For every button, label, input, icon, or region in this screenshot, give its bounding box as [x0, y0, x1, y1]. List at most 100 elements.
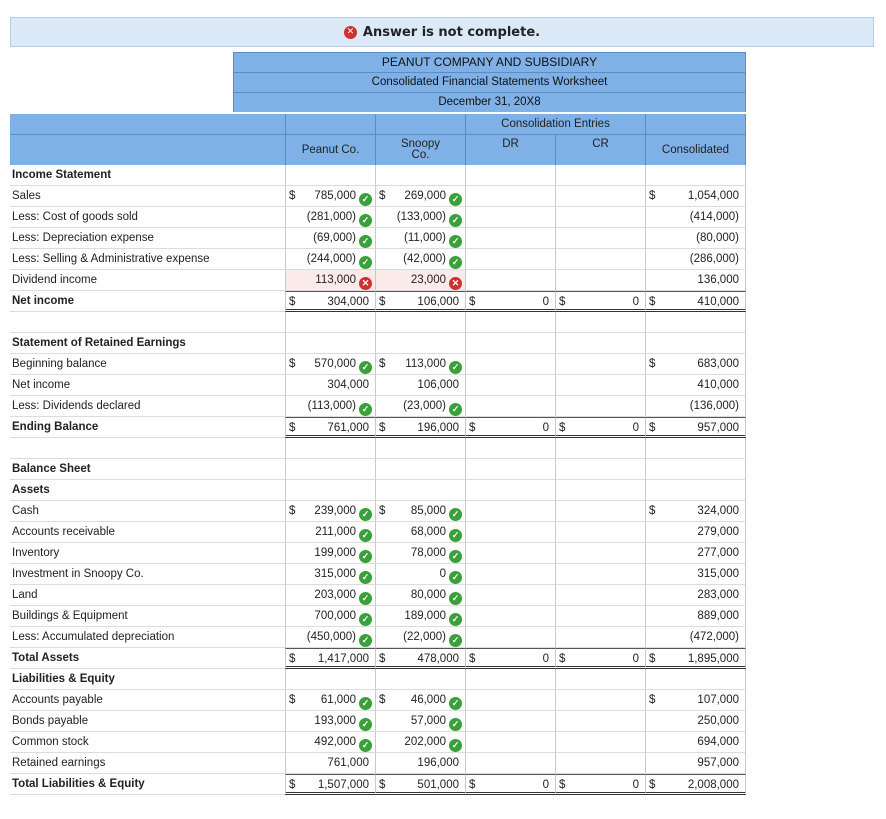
- cell-value: 113,000: [405, 358, 446, 370]
- cell-snoopy[interactable]: $478,000: [375, 648, 465, 669]
- dollar-sign: $: [649, 358, 656, 370]
- cell-cr: [555, 333, 645, 354]
- cell-snoopy[interactable]: $269,000 ✓: [375, 186, 465, 207]
- cell-cr: $0: [555, 774, 645, 795]
- cell-peanut[interactable]: 211,000 ✓: [285, 522, 375, 543]
- cell-snoopy[interactable]: $196,000: [375, 417, 465, 438]
- cell-peanut[interactable]: 203,000 ✓: [285, 585, 375, 606]
- row-label: Bonds payable: [10, 711, 285, 732]
- col-peanut-label: Peanut Co.: [301, 143, 360, 156]
- cell-snoopy[interactable]: $106,000: [375, 291, 465, 312]
- cell-value: 570,000: [314, 358, 356, 370]
- cell-cr: [555, 165, 645, 186]
- col-consolidated-label: Consolidated: [661, 143, 730, 156]
- cell-peanut[interactable]: $570,000 ✓: [285, 354, 375, 375]
- cell-peanut[interactable]: 113,000 ✕: [285, 270, 375, 291]
- cell-snoopy[interactable]: 80,000 ✓: [375, 585, 465, 606]
- cell-snoopy[interactable]: 202,000 ✓: [375, 732, 465, 753]
- cell-peanut[interactable]: 761,000: [285, 753, 375, 774]
- cell-peanut[interactable]: 193,000 ✓: [285, 711, 375, 732]
- cell-snoopy[interactable]: $113,000 ✓: [375, 354, 465, 375]
- cell-peanut[interactable]: $1,507,000: [285, 774, 375, 795]
- cell-snoopy[interactable]: 106,000: [375, 375, 465, 396]
- cell-dr: $0: [465, 648, 555, 669]
- cell-snoopy[interactable]: $501,000: [375, 774, 465, 795]
- consolidation-entries-label: Consolidation Entries: [501, 117, 610, 130]
- cell-value: 57,000: [410, 715, 446, 727]
- cell-peanut[interactable]: $785,000 ✓: [285, 186, 375, 207]
- cell-value: (281,000): [306, 211, 356, 223]
- cell-value: 68,000: [410, 526, 446, 538]
- cell-value: (133,000): [396, 211, 446, 223]
- cell-dr: [465, 522, 555, 543]
- cell-value: 1,895,000: [687, 653, 739, 665]
- cell-peanut[interactable]: (450,000) ✓: [285, 627, 375, 648]
- cell-snoopy[interactable]: 78,000 ✓: [375, 543, 465, 564]
- table-row: [10, 438, 746, 459]
- cell-peanut[interactable]: 304,000: [285, 375, 375, 396]
- cell-consolidated: 136,000: [645, 270, 746, 291]
- cell-cr: [555, 207, 645, 228]
- cell-snoopy[interactable]: 57,000 ✓: [375, 711, 465, 732]
- dollar-sign: $: [289, 422, 296, 434]
- cell-snoopy[interactable]: 189,000 ✓: [375, 606, 465, 627]
- cell-peanut[interactable]: $1,417,000: [285, 648, 375, 669]
- cell-snoopy[interactable]: $46,000 ✓: [375, 690, 465, 711]
- cell-snoopy: [375, 438, 465, 459]
- cell-snoopy[interactable]: (133,000) ✓: [375, 207, 465, 228]
- answer-status-banner: ✕ Answer is not complete.: [10, 17, 874, 47]
- cell-value: (80,000): [696, 232, 739, 244]
- dollar-sign: $: [379, 422, 386, 434]
- cell-dr: [465, 165, 555, 186]
- cell-value: 324,000: [697, 505, 739, 517]
- cell-value: 410,000: [697, 379, 739, 391]
- cell-value: 957,000: [697, 757, 739, 769]
- cell-peanut[interactable]: $304,000: [285, 291, 375, 312]
- cell-cr: [555, 501, 645, 522]
- cell-snoopy[interactable]: (11,000) ✓: [375, 228, 465, 249]
- cell-peanut[interactable]: (281,000) ✓: [285, 207, 375, 228]
- cell-consolidated: $683,000: [645, 354, 746, 375]
- cell-peanut[interactable]: (244,000) ✓: [285, 249, 375, 270]
- cell-dr: [465, 606, 555, 627]
- cell-peanut[interactable]: (69,000) ✓: [285, 228, 375, 249]
- cell-peanut[interactable]: (113,000) ✓: [285, 396, 375, 417]
- cell-consolidated: $957,000: [645, 417, 746, 438]
- cell-snoopy[interactable]: (22,000) ✓: [375, 627, 465, 648]
- cell-peanut[interactable]: $761,000: [285, 417, 375, 438]
- cell-value: 193,000: [314, 715, 356, 727]
- header-blank: [10, 135, 285, 165]
- row-label: Sales: [10, 186, 285, 207]
- row-label: Less: Depreciation expense: [10, 228, 285, 249]
- cell-snoopy[interactable]: 196,000: [375, 753, 465, 774]
- cell-value: 196,000: [417, 422, 459, 434]
- cell-snoopy[interactable]: (42,000) ✓: [375, 249, 465, 270]
- table-row: Sales $785,000 ✓ $269,000 ✓ $1,054,000: [10, 186, 746, 207]
- cell-peanut[interactable]: $61,000 ✓: [285, 690, 375, 711]
- cell-cr: [555, 312, 645, 333]
- cell-peanut[interactable]: 315,000 ✓: [285, 564, 375, 585]
- cell-peanut[interactable]: 492,000 ✓: [285, 732, 375, 753]
- cell-cr: [555, 228, 645, 249]
- cell-snoopy[interactable]: $85,000 ✓: [375, 501, 465, 522]
- col-cr-label: CR: [592, 138, 609, 150]
- cell-peanut[interactable]: 199,000 ✓: [285, 543, 375, 564]
- cell-dr: [465, 270, 555, 291]
- header-blank: [645, 114, 746, 135]
- cell-peanut[interactable]: 700,000 ✓: [285, 606, 375, 627]
- cell-dr: [465, 333, 555, 354]
- row-label: Statement of Retained Earnings: [10, 333, 285, 354]
- cell-cr: [555, 543, 645, 564]
- cell-value: 0: [632, 296, 639, 308]
- cell-value: 315,000: [314, 568, 356, 580]
- cell-snoopy[interactable]: 23,000 ✕: [375, 270, 465, 291]
- dollar-sign: $: [379, 190, 386, 202]
- cell-peanut[interactable]: $239,000 ✓: [285, 501, 375, 522]
- cell-value: 0: [542, 779, 549, 791]
- cell-snoopy[interactable]: 0 ✓: [375, 564, 465, 585]
- cell-value: 250,000: [697, 715, 739, 727]
- cell-snoopy[interactable]: (23,000) ✓: [375, 396, 465, 417]
- cell-value: 2,008,000: [687, 779, 739, 791]
- cell-peanut: [285, 165, 375, 186]
- cell-snoopy[interactable]: 68,000 ✓: [375, 522, 465, 543]
